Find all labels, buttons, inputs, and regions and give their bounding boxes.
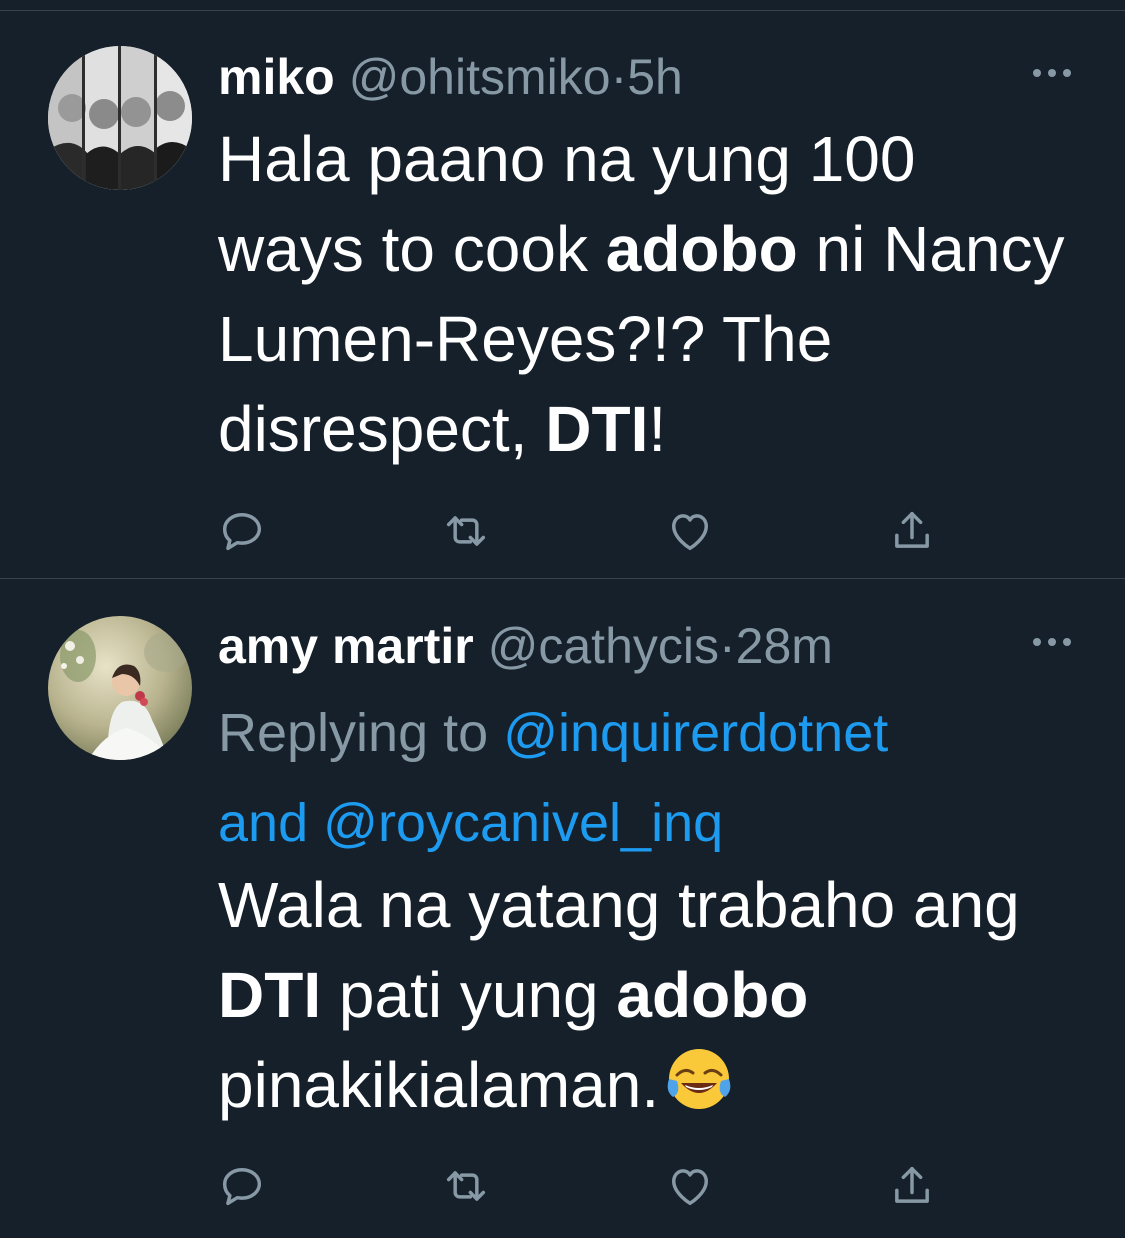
- replying-label: Replying to: [218, 703, 489, 763]
- text-part-bold: adobo: [616, 959, 809, 1031]
- mention-link[interactable]: @roycanivel_inq: [323, 793, 723, 853]
- reply-icon[interactable]: [212, 1156, 272, 1216]
- face-with-tears-of-joy-icon: [665, 1045, 733, 1113]
- timestamp[interactable]: 5h: [627, 49, 683, 105]
- more-horizontal-icon[interactable]: [1031, 632, 1073, 652]
- tweet-divider: [0, 578, 1125, 579]
- tweet-header: miko @ohitsmiko·5h: [218, 47, 683, 107]
- reply-icon[interactable]: [212, 501, 272, 561]
- tweet-text: Wala na yatang trabaho ang DTI pati yung…: [218, 860, 1078, 1130]
- separator-dot: ·: [718, 618, 736, 674]
- text-part-bold: DTI: [545, 393, 649, 465]
- tweet-header: amy martir @cathycis·28m: [218, 616, 833, 676]
- text-part: Wala na yatang trabaho ang: [218, 869, 1020, 941]
- user-handle[interactable]: @cathycis: [488, 618, 719, 674]
- tweet-actions: [0, 501, 1125, 561]
- separator-dot: ·: [610, 49, 628, 105]
- display-name[interactable]: miko: [218, 49, 335, 105]
- avatar[interactable]: [48, 46, 192, 190]
- retweet-icon[interactable]: [436, 501, 496, 561]
- tweet-text: Hala paano na yung 100 ways to cook adob…: [218, 114, 1078, 474]
- share-icon[interactable]: [882, 501, 942, 561]
- tweet[interactable]: miko @ohitsmiko·5h Hala paano na yung 10…: [0, 11, 1125, 578]
- replying-and[interactable]: and: [218, 793, 308, 853]
- user-handle[interactable]: @ohitsmiko: [349, 49, 611, 105]
- tweet-actions: [0, 1156, 1125, 1216]
- avatar[interactable]: [48, 616, 192, 760]
- text-part-bold: adobo: [605, 213, 798, 285]
- text-part-bold: DTI: [218, 959, 322, 1031]
- text-part: !: [648, 393, 667, 465]
- mention-link[interactable]: @inquirerdotnet: [503, 703, 888, 763]
- share-icon[interactable]: [882, 1156, 942, 1216]
- display-name[interactable]: amy martir: [218, 618, 474, 674]
- retweet-icon[interactable]: [436, 1156, 496, 1216]
- more-horizontal-icon[interactable]: [1031, 63, 1073, 83]
- heart-icon[interactable]: [660, 1156, 720, 1216]
- tweet[interactable]: amy martir @cathycis·28m Replying to @in…: [0, 580, 1125, 1238]
- text-part: pati yung: [321, 959, 617, 1031]
- heart-icon[interactable]: [660, 501, 720, 561]
- text-part: pinakikialaman.: [218, 1049, 660, 1121]
- replying-to: Replying to @inquirerdotnet and @roycaniv…: [218, 688, 1078, 868]
- timestamp[interactable]: 28m: [736, 618, 833, 674]
